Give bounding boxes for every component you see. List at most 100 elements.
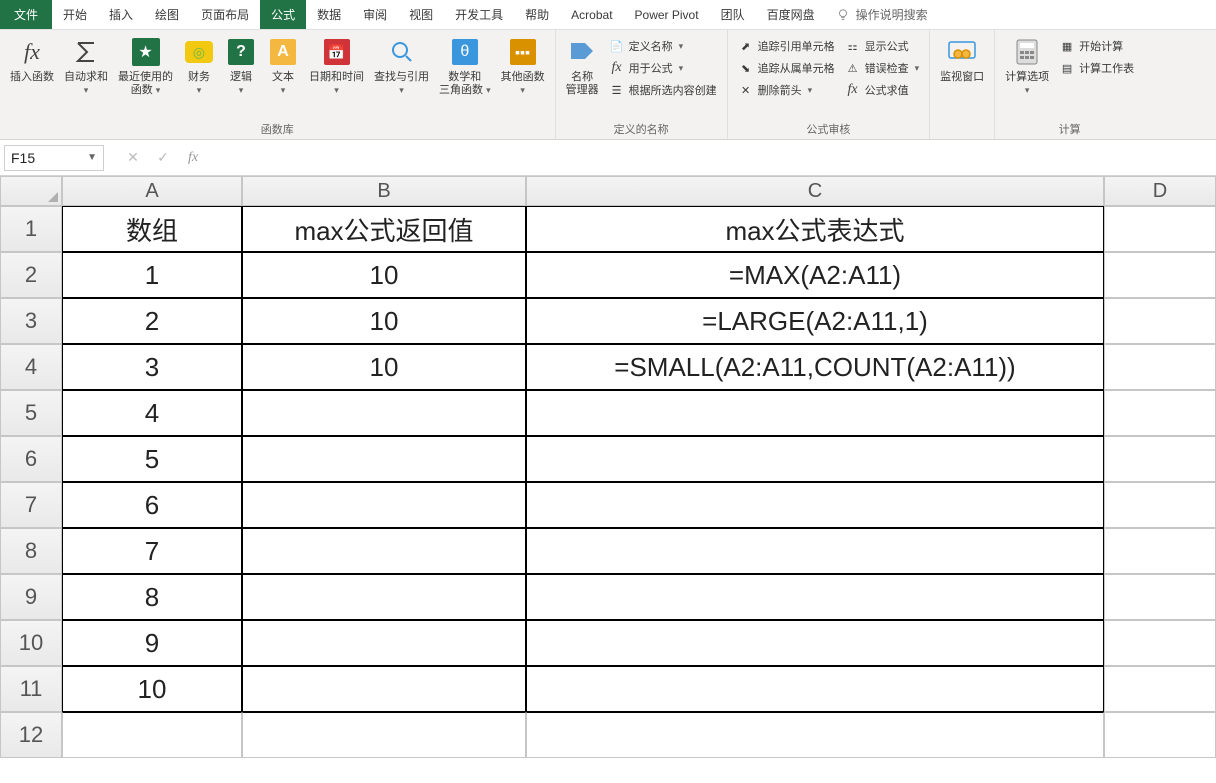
cell-C12[interactable] xyxy=(526,712,1104,758)
cell-A4[interactable]: 3 xyxy=(62,344,242,390)
cell-A5[interactable]: 4 xyxy=(62,390,242,436)
menu-formulas[interactable]: 公式 xyxy=(260,0,306,29)
cell-D10[interactable] xyxy=(1104,620,1216,666)
cell-C8[interactable] xyxy=(526,528,1104,574)
cell-C1[interactable]: max公式表达式 xyxy=(526,206,1104,252)
cell-C5[interactable] xyxy=(526,390,1104,436)
select-all-corner[interactable] xyxy=(0,176,62,206)
cell-B10[interactable] xyxy=(242,620,526,666)
row-header-12[interactable]: 12 xyxy=(0,712,62,758)
cell-A2[interactable]: 1 xyxy=(62,252,242,298)
cell-A11[interactable]: 10 xyxy=(62,666,242,712)
cell-D5[interactable] xyxy=(1104,390,1216,436)
col-header-A[interactable]: A xyxy=(62,176,242,206)
cell-D6[interactable] xyxy=(1104,436,1216,482)
cell-B2[interactable]: 10 xyxy=(242,252,526,298)
cell-D4[interactable] xyxy=(1104,344,1216,390)
cell-B3[interactable]: 10 xyxy=(242,298,526,344)
insert-function-fx-button[interactable]: fx xyxy=(180,145,206,171)
calculate-sheet-button[interactable]: ▤计算工作表 xyxy=(1055,58,1138,78)
calculation-options-button[interactable]: 计算选项▾ xyxy=(1001,34,1053,98)
row-header-3[interactable]: 3 xyxy=(0,298,62,344)
cell-B5[interactable] xyxy=(242,390,526,436)
cell-D8[interactable] xyxy=(1104,528,1216,574)
cell-A9[interactable]: 8 xyxy=(62,574,242,620)
row-header-2[interactable]: 2 xyxy=(0,252,62,298)
menu-powerpivot[interactable]: Power Pivot xyxy=(624,0,710,29)
cell-B4[interactable]: 10 xyxy=(242,344,526,390)
cell-D9[interactable] xyxy=(1104,574,1216,620)
define-name-button[interactable]: 📄定义名称▾ xyxy=(605,36,721,56)
calculate-now-button[interactable]: ▦开始计算 xyxy=(1055,36,1138,56)
cell-C2[interactable]: =MAX(A2:A11) xyxy=(526,252,1104,298)
cell-D3[interactable] xyxy=(1104,298,1216,344)
cell-C10[interactable] xyxy=(526,620,1104,666)
cell-A8[interactable]: 7 xyxy=(62,528,242,574)
use-in-formula-button[interactable]: fx用于公式▾ xyxy=(605,58,721,78)
enter-button[interactable]: ✓ xyxy=(150,145,176,171)
cell-A7[interactable]: 6 xyxy=(62,482,242,528)
row-header-6[interactable]: 6 xyxy=(0,436,62,482)
row-header-1[interactable]: 1 xyxy=(0,206,62,252)
cell-D7[interactable] xyxy=(1104,482,1216,528)
menu-view[interactable]: 视图 xyxy=(398,0,444,29)
cell-A10[interactable]: 9 xyxy=(62,620,242,666)
menu-help[interactable]: 帮助 xyxy=(514,0,560,29)
cell-B7[interactable] xyxy=(242,482,526,528)
menu-dev[interactable]: 开发工具 xyxy=(444,0,514,29)
lookup-button[interactable]: 查找与引用▾ xyxy=(370,34,433,98)
menu-team[interactable]: 团队 xyxy=(710,0,756,29)
create-from-selection-button[interactable]: ☰根据所选内容创建 xyxy=(605,80,721,100)
cancel-button[interactable]: ✕ xyxy=(120,145,146,171)
error-checking-button[interactable]: ⚠错误检查▾ xyxy=(841,58,924,78)
financial-button[interactable]: ◎ 财务▾ xyxy=(179,34,219,98)
menu-home[interactable]: 开始 xyxy=(52,0,98,29)
trace-precedents-button[interactable]: ⬈追踪引用单元格 xyxy=(734,36,839,56)
logical-button[interactable]: ? 逻辑▾ xyxy=(221,34,261,98)
math-button[interactable]: θ 数学和 三角函数 ▾ xyxy=(435,34,495,98)
menu-baidu[interactable]: 百度网盘 xyxy=(756,0,826,29)
cell-C3[interactable]: =LARGE(A2:A11,1) xyxy=(526,298,1104,344)
col-header-C[interactable]: C xyxy=(526,176,1104,206)
cell-A6[interactable]: 5 xyxy=(62,436,242,482)
menu-review[interactable]: 审阅 xyxy=(352,0,398,29)
other-functions-button[interactable]: ▪▪▪ 其他函数▾ xyxy=(497,34,549,98)
cell-D11[interactable] xyxy=(1104,666,1216,712)
menu-draw[interactable]: 绘图 xyxy=(144,0,190,29)
recent-functions-button[interactable]: ★ 最近使用的 函数 ▾ xyxy=(114,34,177,98)
cell-A3[interactable]: 2 xyxy=(62,298,242,344)
cell-C6[interactable] xyxy=(526,436,1104,482)
cell-A1[interactable]: 数组 xyxy=(62,206,242,252)
cell-D1[interactable] xyxy=(1104,206,1216,252)
menu-file[interactable]: 文件 xyxy=(0,0,52,29)
row-header-11[interactable]: 11 xyxy=(0,666,62,712)
cell-B9[interactable] xyxy=(242,574,526,620)
cell-C7[interactable] xyxy=(526,482,1104,528)
autosum-button[interactable]: 自动求和▾ xyxy=(60,34,112,98)
row-header-9[interactable]: 9 xyxy=(0,574,62,620)
col-header-B[interactable]: B xyxy=(242,176,526,206)
menu-acrobat[interactable]: Acrobat xyxy=(560,0,623,29)
cell-C11[interactable] xyxy=(526,666,1104,712)
cell-B8[interactable] xyxy=(242,528,526,574)
row-header-4[interactable]: 4 xyxy=(0,344,62,390)
menu-data[interactable]: 数据 xyxy=(306,0,352,29)
watch-window-button[interactable]: 监视窗口 xyxy=(936,34,988,86)
formula-input[interactable] xyxy=(210,145,1212,171)
cell-B11[interactable] xyxy=(242,666,526,712)
cell-D2[interactable] xyxy=(1104,252,1216,298)
cell-C4[interactable]: =SMALL(A2:A11,COUNT(A2:A11)) xyxy=(526,344,1104,390)
cell-A12[interactable] xyxy=(62,712,242,758)
menu-page-layout[interactable]: 页面布局 xyxy=(190,0,260,29)
menu-insert[interactable]: 插入 xyxy=(98,0,144,29)
datetime-button[interactable]: 📅 日期和时间▾ xyxy=(305,34,368,98)
row-header-7[interactable]: 7 xyxy=(0,482,62,528)
cell-D12[interactable] xyxy=(1104,712,1216,758)
cell-B1[interactable]: max公式返回值 xyxy=(242,206,526,252)
dropdown-icon[interactable]: ▼ xyxy=(87,152,97,163)
name-box[interactable]: F15 ▼ xyxy=(4,145,104,171)
name-manager-button[interactable]: 名称 管理器 xyxy=(562,34,603,98)
show-formulas-button[interactable]: ⚏显示公式 xyxy=(841,36,924,56)
cell-B12[interactable] xyxy=(242,712,526,758)
cell-C9[interactable] xyxy=(526,574,1104,620)
